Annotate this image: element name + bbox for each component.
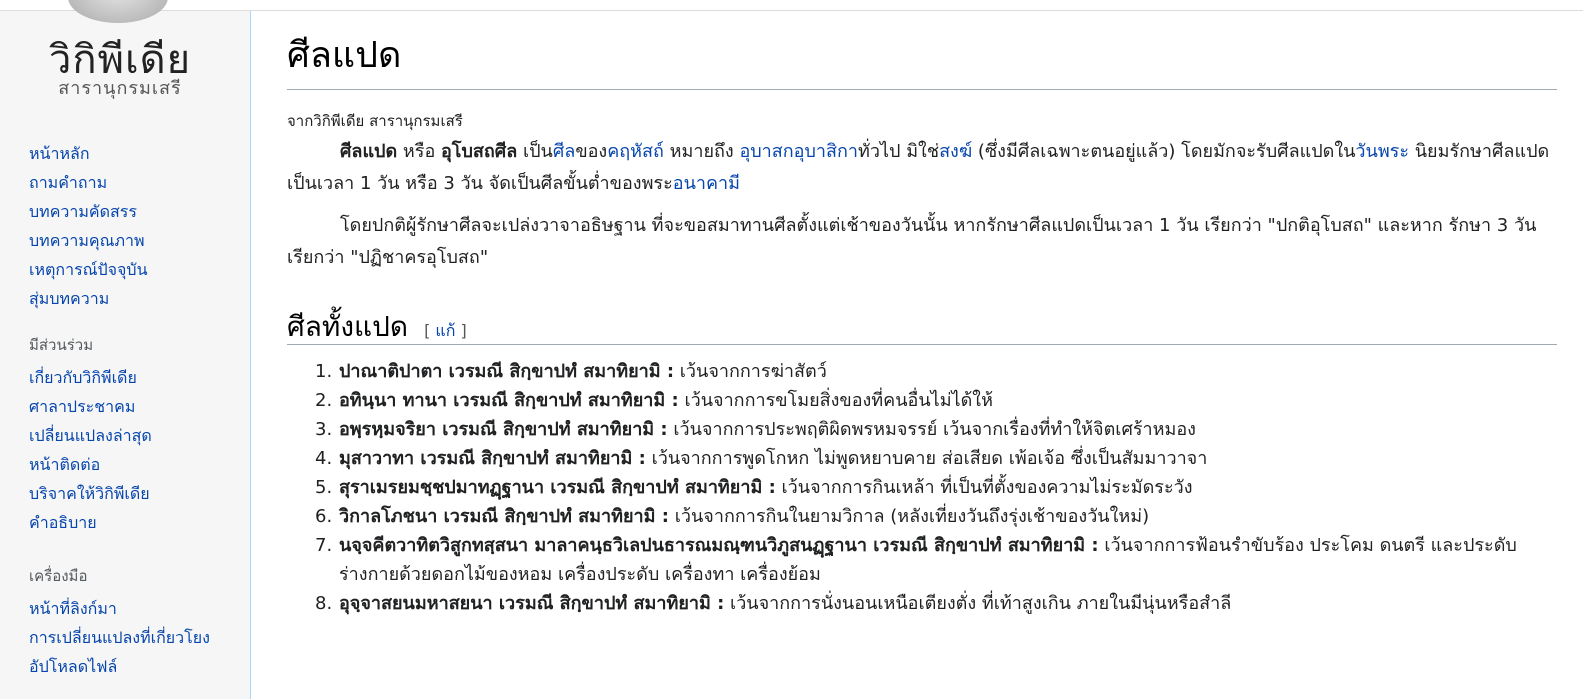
meaning-text: เว้นจากการฆ่าสัตว์ <box>674 361 827 382</box>
sidebar-item-community-portal[interactable]: ศาลาประชาคม <box>29 392 244 421</box>
sidebar-item-random-article[interactable]: สุ่มบทความ <box>29 284 244 313</box>
pali-text: นจฺจคีตวาทิตวิสูกทสฺสนา มาลาคนฺธวิเลปนธา… <box>339 535 1099 556</box>
sidebar-item-main-page[interactable]: หน้าหลัก <box>29 139 244 168</box>
sidebar-item-upload-file[interactable]: อัปโหลดไฟล์ <box>29 652 244 681</box>
sidebar-item-current-events[interactable]: เหตุการณ์ปัจจุบัน <box>29 255 244 284</box>
pali-text: อพฺรหฺมจริยา เวรมณี สิกฺขาปทํ สมาทิยามิ … <box>339 419 668 440</box>
contribute-heading: มีส่วนร่วม <box>29 336 94 354</box>
navigation-portal: หน้าหลัก ถามคำถาม บทความคัดสรร บทความคุณ… <box>29 139 244 313</box>
text-segment: ของ <box>575 141 608 162</box>
pali-text: วิกาลโภชนา เวรมณี สิกฺขาปทํ สมาทิยามิ : <box>339 506 669 527</box>
second-paragraph: โดยปกติผู้รักษาศีลจะเปล่งวาจาอธิษฐาน ที่… <box>287 215 1537 268</box>
sidebar: วิกิพีเดีย สารานุกรมเสรี หน้าหลัก ถามคำถ… <box>0 0 251 699</box>
sidebar-item-related-changes[interactable]: การเปลี่ยนแปลงที่เกี่ยวโยง <box>29 623 244 652</box>
browser-top-strip <box>0 0 1583 11</box>
link-upasaka-upasika[interactable]: อุบาสกอุบาสิกา <box>739 141 858 162</box>
sidebar-item-about-wikipedia[interactable]: เกี่ยวกับวิกิพีเดีย <box>29 363 244 392</box>
site-subtitle: จากวิกิพีเดีย สารานุกรมเสรี <box>287 112 463 130</box>
list-item: 7. นจฺจคีตวาทิตวิสูกทสฺสนา มาลาคนฺธวิเลปน… <box>287 531 1567 589</box>
wikipedia-logo[interactable]: วิกิพีเดีย สารานุกรมเสรี <box>0 0 251 111</box>
list-number: 3. <box>315 419 333 440</box>
link-householder[interactable]: คฤหัสถ์ <box>607 141 664 162</box>
pali-text: สุราเมรยมชฺชปมาทฏฺฐานา เวรมณี สิกฺขาปทํ … <box>339 477 776 498</box>
link-anagami[interactable]: อนาคามี <box>673 173 740 194</box>
page-title: ศีลแปด <box>287 31 1557 90</box>
sidebar-item-recent-changes[interactable]: เปลี่ยนแปลงล่าสุด <box>29 421 244 450</box>
sidebar-item-featured-articles[interactable]: บทความคัดสรร <box>29 197 244 226</box>
text-segment: หรือ <box>397 141 441 162</box>
pali-text: ปาณาติปาตา เวรมณี สิกฺขาปทํ สมาทิยามิ : <box>339 361 675 382</box>
list-item: 1. ปาณาติปาตา เวรมณี สิกฺขาปทํ สมาทิยามิ … <box>287 357 1567 386</box>
bold-term-uposatha-sila: อุโบสถศีล <box>440 141 518 162</box>
puzzle-globe-icon <box>68 0 168 23</box>
meaning-text: เว้นจากการขโมยสิ่งของที่คนอื่นไม่ได้ให้ <box>678 390 993 411</box>
link-sangha[interactable]: สงฆ์ <box>939 141 972 162</box>
list-number: 1. <box>315 361 333 382</box>
list-item: 8. อุจฺจาสยนมหาสยนา เวรมณี สิกฺขาปทํ สมาท… <box>287 589 1567 618</box>
text-segment: หมายถึง <box>663 141 740 162</box>
precepts-list: 1. ปาณาติปาตา เวรมณี สิกฺขาปทํ สมาทิยามิ … <box>287 357 1567 618</box>
list-number: 8. <box>315 593 333 614</box>
list-item: 4. มุสาวาทา เวรมณี สิกฺขาปทํ สมาทิยามิ : … <box>287 444 1567 473</box>
link-wan-phra[interactable]: วันพระ <box>1355 141 1409 162</box>
text-segment: (ซึ่งมีศีลเฉพาะตนอยู่แล้ว) โดยมักจะรับศี… <box>972 141 1356 162</box>
list-number: 7. <box>315 535 333 556</box>
meaning-text: เว้นจากการนั่งนอนเหนือเตียงตั่ง ที่เท้าส… <box>724 593 1232 614</box>
logo-tagline: สารานุกรมเสรี <box>58 78 182 99</box>
contribute-portal: มีส่วนร่วม เกี่ยวกับวิกิพีเดีย ศาลาประชา… <box>29 334 244 537</box>
tools-portal: เครื่องมือ หน้าที่ลิงก์มา การเปลี่ยนแปลง… <box>29 565 244 681</box>
sidebar-item-help[interactable]: คำอธิบาย <box>29 508 244 537</box>
meaning-text: เว้นจากการประพฤติผิดพรหมจรรย์ เว้นจากเรื… <box>667 419 1196 440</box>
text-segment: เป็น <box>517 141 553 162</box>
pali-text: มุสาวาทา เวรมณี สิกฺขาปทํ สมาทิยามิ : <box>339 448 646 469</box>
list-number: 2. <box>315 390 333 411</box>
article-content: ศีลแปด จากวิกิพีเดีย สารานุกรมเสรี ศีลแป… <box>250 11 1583 699</box>
sidebar-item-ask-question[interactable]: ถามคำถาม <box>29 168 244 197</box>
list-number: 5. <box>315 477 333 498</box>
meaning-text: เว้นจากการกินเหล้า ที่เป็นที่ตั้งของความ… <box>775 477 1193 498</box>
list-item: 6. วิกาลโภชนา เวรมณี สิกฺขาปทํ สมาทิยามิ … <box>287 502 1567 531</box>
edit-bracket-open: [ <box>424 321 436 340</box>
list-item: 5. สุราเมรยมชฺชปมาทฏฺฐานา เวรมณี สิกฺขาปท… <box>287 473 1567 502</box>
pali-text: อทินฺนา ทานา เวรมณี สิกฺขาปทํ สมาทิยามิ … <box>339 390 679 411</box>
sidebar-item-contact[interactable]: หน้าติดต่อ <box>29 450 244 479</box>
list-item: 2. อทินฺนา ทานา เวรมณี สิกฺขาปทํ สมาทิยาม… <box>287 386 1567 415</box>
intro-paragraph: ศีลแปด หรือ อุโบสถศีล เป็นศีลของคฤหัสถ์ … <box>287 136 1567 200</box>
edit-section-link[interactable]: แก้ <box>435 321 455 340</box>
meaning-text: เว้นจากการกินในยามวิกาล (หลังเที่ยงวันถึ… <box>669 506 1150 527</box>
sidebar-item-good-articles[interactable]: บทความคุณภาพ <box>29 226 244 255</box>
list-number: 4. <box>315 448 333 469</box>
section-title: ศีลทั้งแปด <box>287 310 409 343</box>
section-heading: ศีลทั้งแปด [ แก้ ] <box>287 311 1557 345</box>
sidebar-item-donate[interactable]: บริจาคให้วิกิพีเดีย <box>29 479 244 508</box>
meaning-text: เว้นจากการพูดโกหก ไม่พูดหยาบคาย ส่อเสียด… <box>645 448 1208 469</box>
text-segment: ทั่วไป มิใช่ <box>858 141 940 162</box>
bold-term-sila-paet: ศีลแปด <box>340 141 398 162</box>
list-number: 6. <box>315 506 333 527</box>
edit-bracket-close: ] <box>455 321 467 340</box>
sidebar-item-what-links-here[interactable]: หน้าที่ลิงก์มา <box>29 594 244 623</box>
link-sila[interactable]: ศีล <box>553 141 575 162</box>
tools-heading: เครื่องมือ <box>29 567 88 585</box>
list-item: 3. อพฺรหฺมจริยา เวรมณี สิกฺขาปทํ สมาทิยาม… <box>287 415 1567 444</box>
edit-section-link-wrapper: [ แก้ ] <box>424 321 467 340</box>
pali-text: อุจฺจาสยนมหาสยนา เวรมณี สิกฺขาปทํ สมาทิย… <box>339 593 725 614</box>
